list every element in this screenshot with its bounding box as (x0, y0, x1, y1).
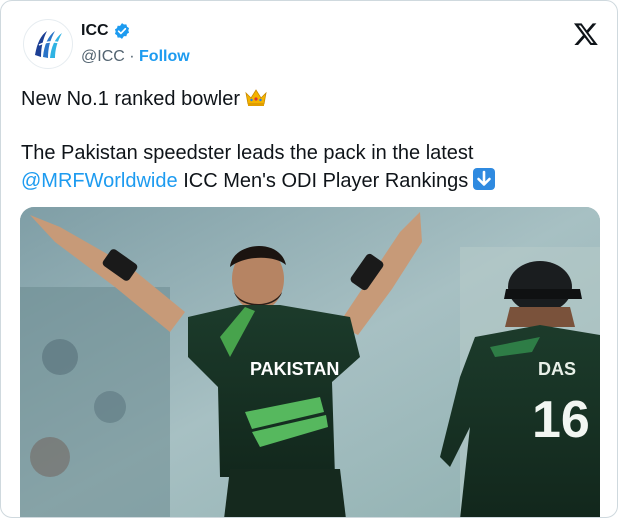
player1-shirt-text: PAKISTAN (250, 359, 339, 379)
tweet-card[interactable]: ICC @ICC · Follow New No.1 ranked bowler (0, 0, 618, 518)
tweet-header: ICC @ICC · Follow (23, 19, 190, 69)
verified-badge-icon (114, 23, 129, 39)
player2-number-text: 16 (532, 391, 590, 449)
tweet-line-2: The Pakistan speedster leads the pack in… (21, 142, 474, 164)
cricket-photo: PAKISTAN DAS 16 (20, 207, 600, 517)
separator-dot: · (129, 48, 135, 65)
x-logo-icon[interactable] (573, 21, 599, 47)
tweet-text: New No.1 ranked bowler The Pakistan spee… (21, 85, 601, 195)
down-arrow-emoji-icon (473, 168, 496, 190)
tweet-media-photo[interactable]: PAKISTAN DAS 16 (20, 207, 600, 517)
icc-logo-icon (35, 31, 64, 58)
avatar[interactable] (23, 19, 73, 69)
account-name[interactable]: ICC (81, 21, 109, 41)
player2-name-text: DAS (538, 359, 576, 379)
tweet-line-3: @MRFWorldwide ICC Men's ODI Player Ranki… (21, 167, 601, 195)
account-names: ICC @ICC · Follow (81, 21, 190, 67)
account-handle[interactable]: @ICC (81, 48, 125, 65)
tweet-line-1: New No.1 ranked bowler (21, 85, 601, 113)
follow-button[interactable]: Follow (139, 48, 190, 65)
mention-link[interactable]: @MRFWorldwide (21, 170, 178, 192)
crown-emoji-icon (245, 89, 267, 106)
